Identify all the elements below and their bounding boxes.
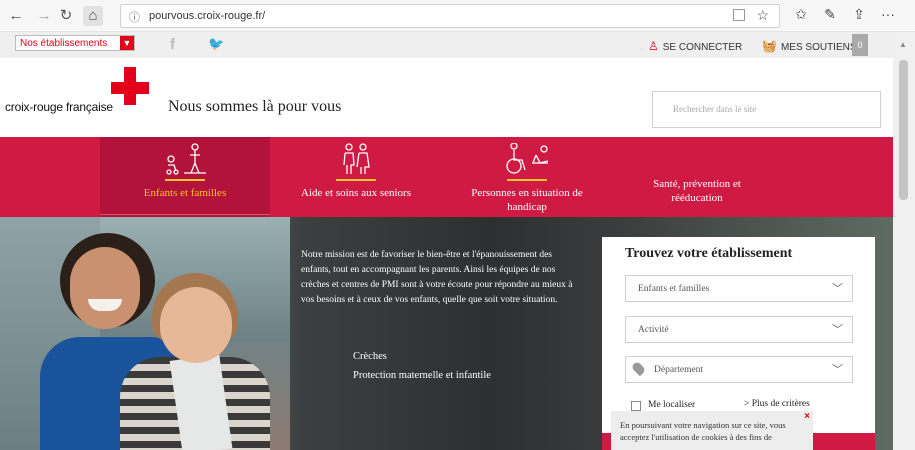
location-pin-icon xyxy=(630,360,647,377)
nav-item-enfants-familles[interactable]: Enfants et familles xyxy=(100,137,270,217)
chevron-down-icon: ﹀ xyxy=(832,324,843,336)
chevron-down-icon: ﹀ xyxy=(832,364,843,376)
nav-item-handicap[interactable]: Personnes en situation de handicap xyxy=(462,137,592,217)
activity-select-value: Activité xyxy=(638,325,669,335)
tagline: Nous sommes là pour vous xyxy=(168,98,342,115)
category-select[interactable]: Enfants et familles ﹀ xyxy=(625,275,853,302)
establishments-select-value: Nos établissements xyxy=(20,38,108,49)
nav-item-sante[interactable]: Santé, prévention et rééducation xyxy=(632,137,762,217)
basket-icon: 🧺 xyxy=(762,39,777,53)
active-indicator xyxy=(100,214,270,215)
item-underline xyxy=(507,179,547,181)
favorites-icon[interactable]: ✩ xyxy=(792,6,810,23)
finder-title: Trouvez votre établissement xyxy=(625,246,793,261)
close-icon[interactable]: × xyxy=(804,411,810,422)
chevron-down-icon: ▼ xyxy=(120,36,134,50)
hero-description: Notre mission est de favoriser le bien-ê… xyxy=(301,250,573,305)
more-criteria-link[interactable]: > Plus de critères xyxy=(744,399,810,409)
main-nav: Enfants et familles Aide et soins aux se… xyxy=(0,137,893,217)
search-input[interactable]: Rechercher dans le site xyxy=(652,91,881,128)
home-icon[interactable]: ⌂ xyxy=(83,6,103,26)
item-underline xyxy=(336,179,376,181)
url-text[interactable]: pourvous.croix-rouge.fr/ xyxy=(149,10,265,22)
handicap-icon xyxy=(506,143,549,174)
star-icon[interactable]: ☆ xyxy=(756,7,769,24)
nav-label: Aide et soins aux seniors xyxy=(301,187,411,199)
link-creches[interactable]: Crèches xyxy=(353,351,387,362)
cookie-banner: En poursuivant votre navigation sur ce s… xyxy=(611,411,813,450)
link-pmi[interactable]: Protection maternelle et infantile xyxy=(353,370,491,381)
user-icon: ♙ xyxy=(648,39,659,53)
scroll-up-icon[interactable]: ▲ xyxy=(899,40,907,49)
login-label: SE CONNECTER xyxy=(662,42,743,53)
page-scrollbar[interactable]: ▲ xyxy=(893,32,915,450)
department-select[interactable]: Département ﹀ xyxy=(625,356,853,383)
info-icon[interactable]: ⓘ xyxy=(129,9,140,25)
reload-icon[interactable]: ↻ xyxy=(56,6,76,26)
localiser-label[interactable]: Me localiser xyxy=(648,400,695,410)
donations-link[interactable]: 🧺 MES SOUTIENS xyxy=(762,39,857,53)
back-icon[interactable]: ← xyxy=(6,6,26,26)
reading-view-icon[interactable] xyxy=(733,9,745,21)
forward-icon[interactable]: → xyxy=(34,6,54,26)
red-cross-logo-vertical xyxy=(124,67,136,105)
logo-text: croix-rouge française xyxy=(5,100,113,114)
site-header: croix-rouge française Nous sommes là pou… xyxy=(0,58,893,137)
establishments-select[interactable]: Nos établissements ▼ xyxy=(15,35,135,51)
department-select-value: Département xyxy=(654,365,704,375)
facebook-icon[interactable]: f xyxy=(170,36,175,53)
donations-label: MES SOUTIENS xyxy=(780,42,857,53)
family-icon xyxy=(166,143,206,175)
localiser-checkbox[interactable] xyxy=(631,401,641,411)
login-link[interactable]: ♙ SE CONNECTER xyxy=(648,39,742,53)
site-topbar: Nos établissements ▼ f 🐦 ♙ SE CONNECTER 🧺… xyxy=(0,32,893,58)
address-bar[interactable]: ⓘ pourvous.croix-rouge.fr/ ☆ xyxy=(120,4,780,28)
nav-label: Santé, prévention et rééducation xyxy=(653,178,741,204)
twitter-icon[interactable]: 🐦 xyxy=(208,36,224,52)
search-placeholder: Rechercher dans le site xyxy=(673,104,757,114)
hero-photo-baby-face xyxy=(160,287,232,363)
donations-count-badge[interactable]: 0 xyxy=(852,34,868,56)
browser-toolbar: ← → ↻ ⌂ ⓘ pourvous.croix-rouge.fr/ ☆ ✩ ✎… xyxy=(0,0,915,32)
nav-label: Personnes en situation de handicap xyxy=(471,187,583,213)
category-select-value: Enfants et familles xyxy=(638,284,710,294)
cookie-text: En poursuivant votre navigation sur ce s… xyxy=(620,420,786,442)
chevron-down-icon: ﹀ xyxy=(832,283,843,295)
seniors-icon xyxy=(343,143,370,174)
hero-photo-caregiver-face xyxy=(70,247,140,329)
pen-icon[interactable]: ✎ xyxy=(821,6,839,23)
activity-select[interactable]: Activité ﹀ xyxy=(625,316,853,343)
scrollbar-thumb[interactable] xyxy=(899,60,908,200)
more-icon[interactable]: ··· xyxy=(879,6,897,22)
nav-label: Enfants et familles xyxy=(143,187,227,199)
nav-item-seniors[interactable]: Aide et soins aux seniors xyxy=(290,137,422,217)
active-underline xyxy=(165,179,205,181)
share-icon[interactable]: ⇪ xyxy=(850,6,868,23)
